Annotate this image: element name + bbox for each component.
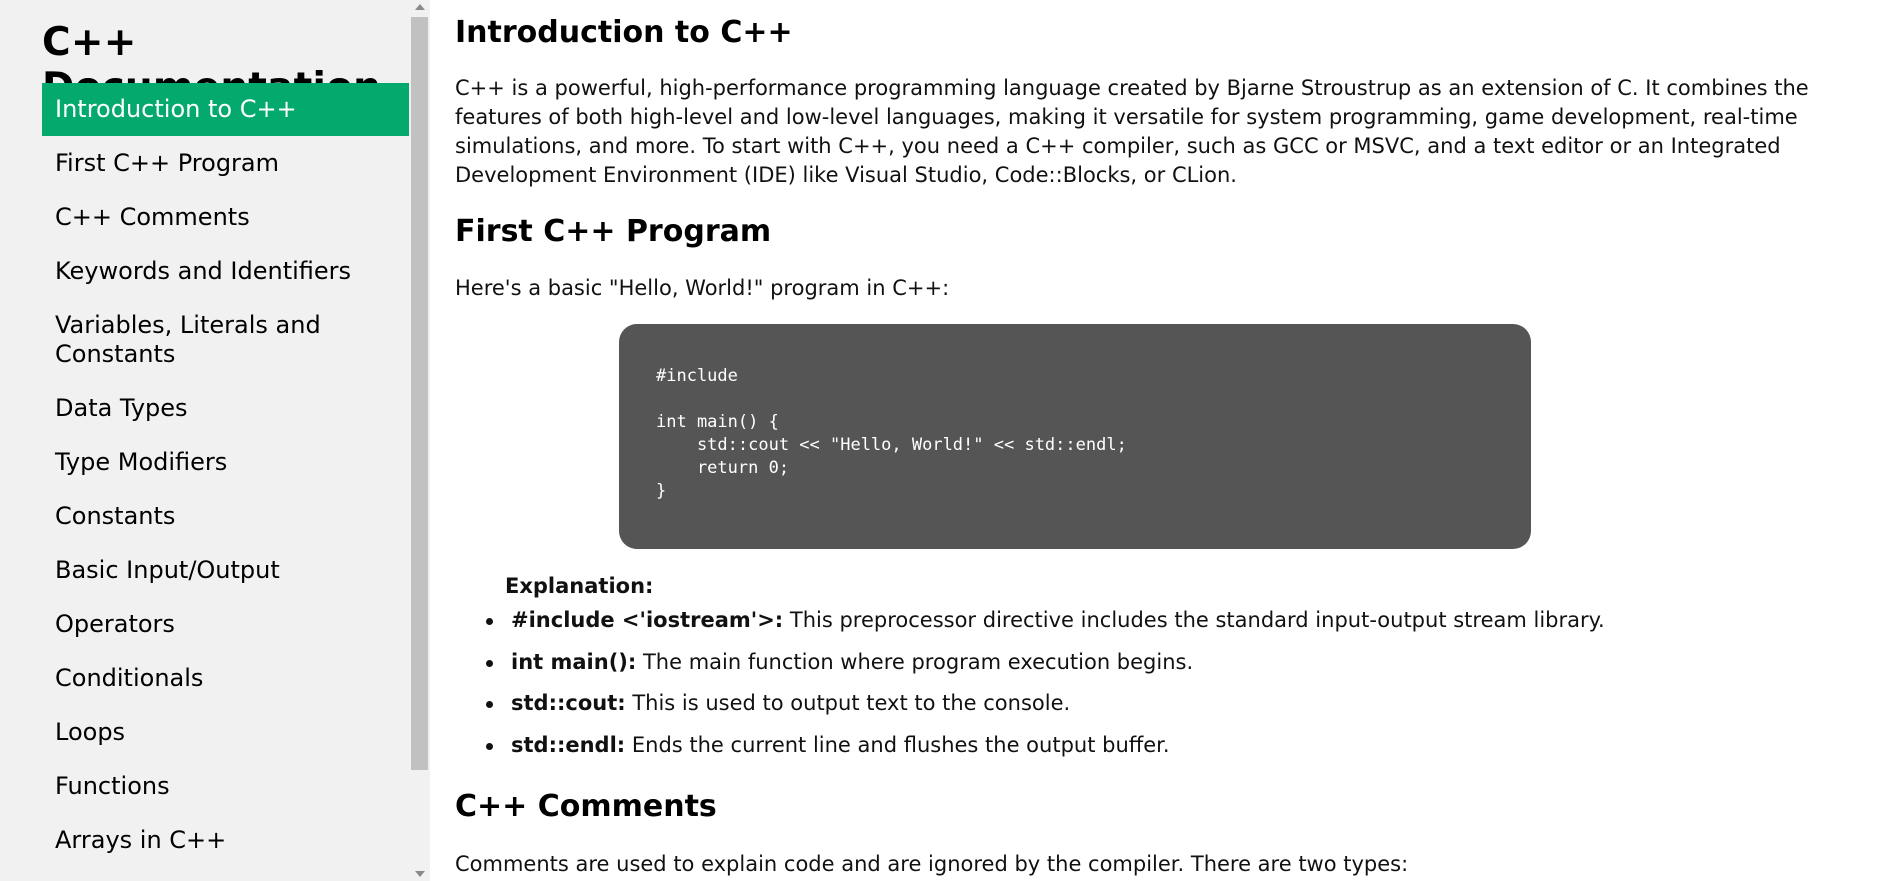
sidebar-item-arrays[interactable]: Arrays in C++: [42, 814, 409, 867]
scroll-down-arrow-icon[interactable]: [415, 871, 425, 877]
code-text: #include int main() { std::cout << "Hell…: [656, 366, 1127, 501]
list-item: #include <'iostream'>: This preprocessor…: [486, 606, 1605, 635]
bullet-text: The main function where program executio…: [636, 649, 1194, 674]
explanation-list: #include <'iostream'>: This preprocessor…: [486, 606, 1605, 772]
list-item: std::cout: This is used to output text t…: [486, 689, 1605, 718]
bullet-term: int main():: [511, 649, 637, 674]
sidebar: C++ Documentation Introduction to C++ Fi…: [0, 0, 430, 881]
sidebar-item-keywords[interactable]: Keywords and Identifiers: [42, 245, 409, 298]
sidebar-item-functions[interactable]: Functions: [42, 760, 409, 813]
sidebar-item-operators[interactable]: Operators: [42, 598, 409, 651]
bullet-text: Ends the current line and flushes the ou…: [625, 732, 1170, 757]
sidebar-nav: Introduction to C++ First C++ Program C+…: [42, 83, 409, 868]
bullet-term: std::cout:: [511, 691, 626, 715]
comments-paragraph: Comments are used to explain code and ar…: [455, 852, 1409, 876]
sidebar-item-comments[interactable]: C++ Comments: [42, 191, 409, 244]
bullet-icon: [486, 618, 493, 625]
bullet-term: #include <'iostream'>:: [511, 608, 784, 632]
first-program-paragraph: Here's a basic "Hello, World!" program i…: [455, 276, 950, 300]
sidebar-item-type-modifiers[interactable]: Type Modifiers: [42, 436, 409, 489]
comments-heading: C++ Comments: [455, 789, 717, 824]
sidebar-item-constants[interactable]: Constants: [42, 490, 409, 543]
intro-paragraph: C++ is a powerful, high-performance prog…: [455, 76, 1809, 187]
sidebar-scrollbar[interactable]: [411, 0, 430, 881]
bullet-icon: [486, 742, 493, 750]
list-item: int main(): The main function where prog…: [486, 648, 1605, 677]
bullet-icon: [486, 701, 493, 708]
list-item: std::endl: Ends the current line and flu…: [486, 731, 1605, 760]
sidebar-item-conditionals[interactable]: Conditionals: [42, 652, 409, 705]
sidebar-item-data-types[interactable]: Data Types: [42, 382, 409, 435]
bullet-icon: [486, 659, 493, 667]
sidebar-item-first-program[interactable]: First C++ Program: [42, 137, 409, 190]
sidebar-item-variables[interactable]: Variables, Literals and Constants: [42, 299, 409, 381]
first-program-heading: First C++ Program: [455, 214, 772, 249]
scroll-up-arrow-icon[interactable]: [415, 4, 425, 10]
sidebar-item-introduction[interactable]: Introduction to C++: [42, 83, 409, 136]
sidebar-item-basic-io[interactable]: Basic Input/Output: [42, 544, 409, 597]
explanation-label: Explanation:: [505, 574, 654, 598]
code-block: #include int main() { std::cout << "Hell…: [619, 324, 1531, 549]
sidebar-item-loops[interactable]: Loops: [42, 706, 409, 759]
bullet-text: This preprocessor directive includes the…: [783, 608, 1605, 632]
bullet-text: This is used to output text to the conso…: [625, 691, 1071, 715]
bullet-term: std::endl:: [511, 732, 626, 757]
intro-heading: Introduction to C++: [455, 15, 793, 50]
scrollbar-thumb[interactable]: [411, 17, 428, 770]
